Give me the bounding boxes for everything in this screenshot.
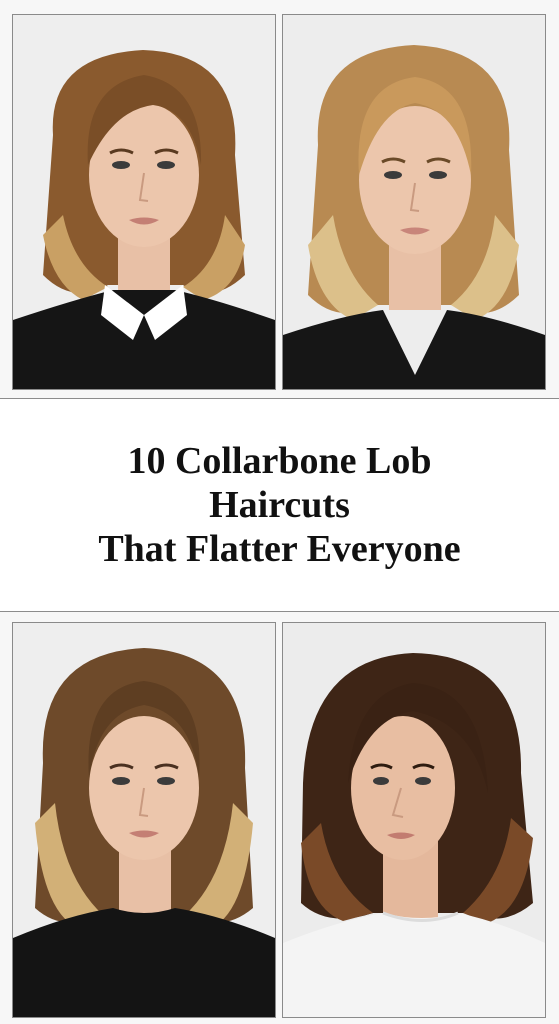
title-line-2: Haircuts [209,484,350,526]
top-photo-row [0,0,559,398]
title-line-3: That Flatter Everyone [98,528,461,570]
title-line-1: 10 Collarbone Lob [127,440,432,482]
divider-bottom [0,611,559,612]
photo-lob-brown-balayage-collar [12,14,276,390]
bottom-photo-row [0,614,559,1024]
title-band: 10 Collarbone Lob Haircuts That Flatter … [0,399,559,611]
photo-lob-honey-blonde [282,14,546,390]
photo-lob-wavy-blonde-balayage [12,622,276,1018]
photo-lob-dark-brunette-waves [282,622,546,1018]
